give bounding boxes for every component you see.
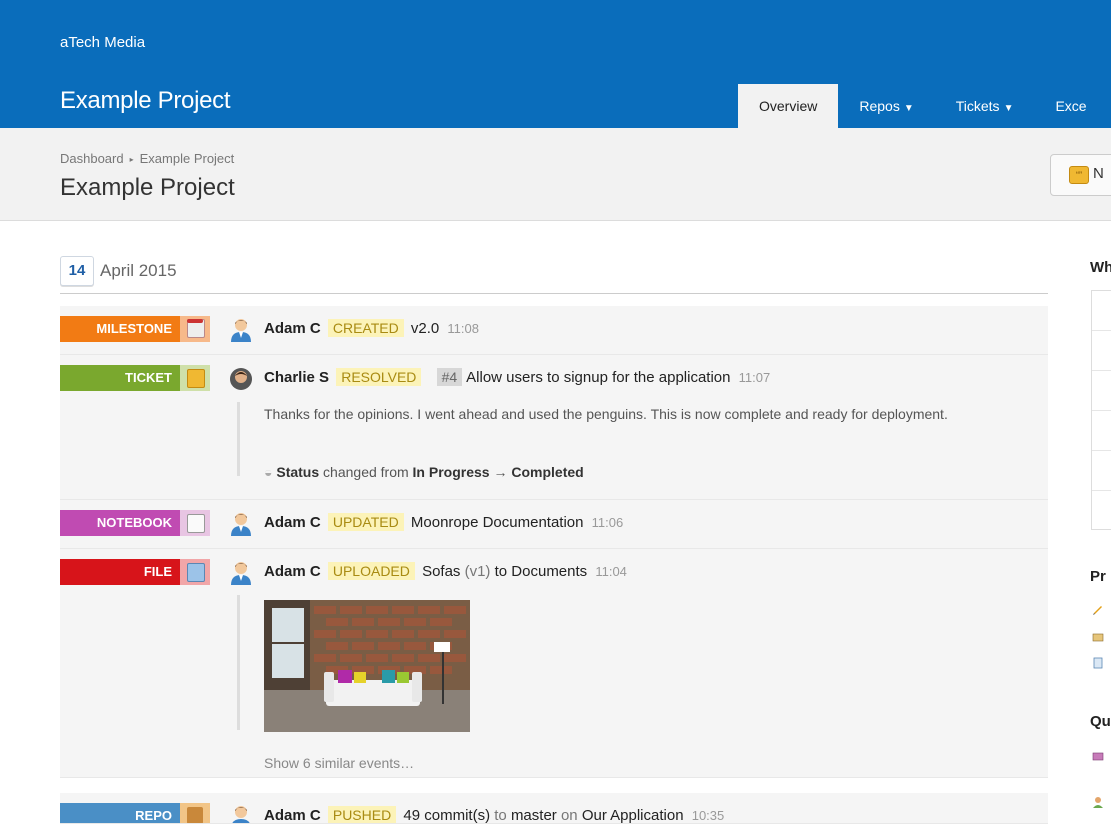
top-header: aTech Media Example Project Overview Rep… bbox=[0, 0, 1111, 128]
sidebar-table bbox=[1091, 290, 1111, 530]
caret-down-icon: ▼ bbox=[1003, 103, 1014, 114]
notebook-icon bbox=[180, 510, 210, 536]
project-name[interactable]: Example Project bbox=[60, 87, 231, 115]
new-item-button-label: N bbox=[1093, 165, 1104, 182]
status-label: Status bbox=[276, 464, 320, 480]
speech-bubble-icon: “” bbox=[1069, 166, 1089, 184]
event-repo: REPO Adam C PUSHED 49 commit(s) to maste… bbox=[60, 793, 1048, 824]
status-change: ◒ Status changed from In Progress → Comp… bbox=[264, 464, 584, 480]
event-type-badge: MILESTONE bbox=[60, 316, 180, 342]
event-type-badge: FILE bbox=[60, 559, 180, 585]
event-comment-text: Thanks for the opinions. I went ahead an… bbox=[264, 406, 948, 422]
avatar[interactable] bbox=[230, 805, 252, 824]
file-thumbnail-image[interactable] bbox=[264, 600, 470, 732]
event-connector: to bbox=[494, 563, 508, 580]
event-time: 11:07 bbox=[738, 370, 771, 385]
event-time: 11:06 bbox=[591, 515, 624, 530]
tab-overview-label: Overview bbox=[759, 98, 818, 114]
event-connector: on bbox=[560, 807, 578, 824]
project-nav-tabs: Overview Repos ▼ Tickets ▼ Exce bbox=[738, 84, 1108, 128]
event-object-link[interactable]: Allow users to signup for the applicatio… bbox=[466, 369, 730, 386]
page-header: Dashboard ▸ Example Project Example Projec… bbox=[0, 128, 1111, 221]
status-from: In Progress bbox=[412, 464, 490, 480]
repo-link[interactable]: Our Application bbox=[582, 807, 684, 823]
event-type-badge: TICKET bbox=[60, 365, 180, 391]
event-verb: UPDATED bbox=[327, 513, 404, 531]
avatar[interactable] bbox=[230, 318, 252, 342]
event-time: 10:35 bbox=[691, 808, 725, 823]
event-verb: RESOLVED bbox=[336, 368, 422, 386]
event-notebook: NOTEBOOK Adam C UPDATED Moonrope Documen… bbox=[60, 500, 1048, 549]
tab-repos[interactable]: Repos ▼ bbox=[838, 84, 934, 128]
event-summary: Adam C UPLOADED Sofas (v1) to Documents … bbox=[264, 562, 627, 580]
date-month-year: April 2015 bbox=[100, 261, 177, 280]
event-file: FILE Adam C UPLOADED Sofas (v1) to Docum… bbox=[60, 549, 1048, 778]
event-summary: Adam C CREATED v2.0 11:08 bbox=[264, 319, 479, 337]
event-verb: CREATED bbox=[327, 319, 404, 337]
ticket-number[interactable]: #4 bbox=[436, 368, 463, 386]
tab-overview[interactable]: Overview bbox=[738, 84, 839, 128]
event-user[interactable]: Adam C bbox=[264, 514, 321, 531]
branch-link[interactable]: master bbox=[511, 807, 557, 823]
event-connector: to bbox=[494, 807, 507, 824]
event-object-link[interactable]: Moonrope Documentation bbox=[411, 514, 584, 531]
event-user[interactable]: Charlie S bbox=[264, 369, 329, 386]
date-divider bbox=[60, 293, 1048, 294]
tab-exceptions[interactable]: Exce bbox=[1034, 84, 1107, 128]
folder-icon[interactable] bbox=[1092, 631, 1104, 643]
tab-exceptions-label: Exce bbox=[1055, 98, 1087, 114]
arrow-right-icon: → bbox=[493, 464, 508, 480]
organization-name[interactable]: aTech Media bbox=[60, 34, 145, 51]
event-type-badge: REPO bbox=[60, 803, 180, 823]
tab-tickets-label: Tickets bbox=[955, 98, 1000, 114]
inbox-icon[interactable] bbox=[1092, 750, 1104, 762]
event-verb: UPLOADED bbox=[327, 562, 415, 580]
sidebar-heading-project: Pr bbox=[1090, 568, 1106, 585]
document-icon[interactable] bbox=[1092, 657, 1104, 669]
avatar[interactable] bbox=[230, 367, 252, 391]
event-summary: Adam C PUSHED 49 commit(s) to master on … bbox=[264, 806, 725, 824]
event-object-link[interactable]: Sofas bbox=[422, 563, 460, 580]
breadcrumb-separator-icon: ▸ bbox=[129, 155, 134, 165]
file-version: (v1) bbox=[464, 563, 491, 580]
event-time: 11:04 bbox=[595, 564, 627, 579]
status-to: Completed bbox=[511, 464, 584, 480]
sidebar-heading-whos: Wh bbox=[1090, 259, 1111, 276]
breadcrumb: Dashboard ▸ Example Project bbox=[60, 151, 234, 166]
tab-repos-label: Repos bbox=[859, 98, 900, 114]
event-verb: PUSHED bbox=[327, 806, 397, 823]
page-title: Example Project bbox=[60, 174, 235, 201]
repo-icon bbox=[180, 803, 210, 823]
upload-icon bbox=[180, 559, 210, 585]
event-user[interactable]: Adam C bbox=[264, 807, 321, 823]
date-day-badge: 14 bbox=[60, 256, 94, 286]
sidebar-heading-quick: Qu bbox=[1090, 713, 1111, 730]
circle-icon: ◒ bbox=[264, 464, 273, 480]
show-similar-events-link[interactable]: Show 6 similar events… bbox=[264, 755, 414, 771]
event-user[interactable]: Adam C bbox=[264, 320, 321, 337]
avatar[interactable] bbox=[230, 512, 252, 536]
event-user[interactable]: Adam C bbox=[264, 563, 321, 580]
users-icon[interactable] bbox=[1092, 796, 1104, 808]
status-changed-text: changed from bbox=[323, 464, 409, 480]
speech-bubble-icon bbox=[180, 365, 210, 391]
calendar-icon bbox=[180, 316, 210, 342]
event-summary: Charlie S RESOLVED #4 Allow users to sign… bbox=[264, 368, 771, 386]
event-type-badge: NOTEBOOK bbox=[60, 510, 180, 536]
tab-tickets[interactable]: Tickets ▼ bbox=[935, 84, 1035, 128]
caret-down-icon: ▼ bbox=[903, 103, 914, 114]
event-milestone: MILESTONE Adam C CREATED v2.0 11:08 bbox=[60, 306, 1048, 355]
event-time: 11:08 bbox=[447, 321, 479, 336]
event-object-link[interactable]: 49 commit(s) bbox=[403, 807, 490, 823]
breadcrumb-project[interactable]: Example Project bbox=[140, 151, 235, 166]
event-object-link[interactable]: v2.0 bbox=[411, 320, 439, 337]
avatar[interactable] bbox=[230, 561, 252, 585]
event-target-link[interactable]: Documents bbox=[511, 563, 587, 580]
event-summary: Adam C UPDATED Moonrope Documentation 11… bbox=[264, 513, 624, 531]
breadcrumb-dashboard[interactable]: Dashboard bbox=[60, 151, 124, 166]
event-ticket: TICKET Charlie S RESOLVED #4 Allow users … bbox=[60, 355, 1048, 500]
new-item-button[interactable]: “” N bbox=[1050, 154, 1111, 196]
pencil-icon[interactable] bbox=[1092, 603, 1104, 615]
